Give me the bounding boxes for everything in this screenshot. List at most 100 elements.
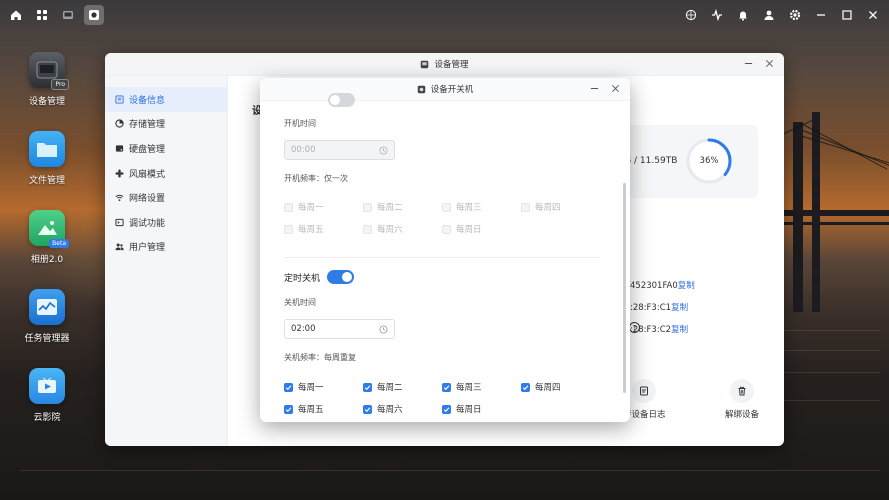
upload-log-circle xyxy=(632,379,657,403)
window-controls xyxy=(744,53,774,76)
checkbox-box xyxy=(284,224,293,234)
copy-button[interactable]: 复制 xyxy=(678,281,695,291)
power-off-time-input[interactable]: 02:00 xyxy=(284,319,395,339)
desktop-icon-cinema[interactable]: 云影院 xyxy=(22,368,72,423)
dialog-title-group: 设备开关机 xyxy=(417,83,473,95)
power-on-day-checkbox[interactable]: 每周六 xyxy=(363,223,403,235)
checkbox-box xyxy=(442,224,451,234)
sidebar-item-disk[interactable]: 硬盘管理 xyxy=(105,136,227,161)
checkbox-label: 每周四 xyxy=(535,203,561,213)
desktop-icon-task-manager[interactable]: 任务管理器 xyxy=(22,289,72,344)
log-icon xyxy=(640,386,649,396)
check-icon xyxy=(522,384,529,390)
sidebar-item-device-info[interactable]: 设备信息 xyxy=(105,87,227,112)
checkbox-box xyxy=(363,224,372,234)
sidebar-item-users[interactable]: 用户管理 xyxy=(105,235,227,260)
mac-row: :28:F3:C1复制 xyxy=(630,301,688,313)
taskbar-power-schedule[interactable] xyxy=(84,5,104,25)
power-off-day-checkbox[interactable]: 每周一 xyxy=(284,381,324,393)
power-off-day-checkbox[interactable]: 每周二 xyxy=(363,381,403,393)
power-on-day-checkbox[interactable]: 每周一 xyxy=(284,201,324,213)
taskbar-device-manager[interactable] xyxy=(58,5,78,25)
checkbox-label: 每周一 xyxy=(298,203,324,213)
check-icon xyxy=(443,406,450,412)
power-off-day-checkbox[interactable]: 每周日 xyxy=(442,403,482,415)
dialog-scrollbar[interactable] xyxy=(623,183,626,393)
clock-icon xyxy=(379,324,388,334)
desktop-icon-device-manager[interactable]: Pro 设备管理 xyxy=(22,52,72,107)
power-on-day-checkbox[interactable]: 每周四 xyxy=(521,201,561,213)
minimize-icon xyxy=(590,88,599,89)
home-button[interactable] xyxy=(6,5,26,25)
copy-button[interactable]: 复制 xyxy=(671,303,688,313)
sidebar-item-network[interactable]: 网络设置 xyxy=(105,185,227,210)
notifications-button[interactable] xyxy=(733,5,753,25)
user-button[interactable] xyxy=(759,5,779,25)
unbind-device-button[interactable]: 解绑设备 xyxy=(725,379,759,420)
sidebar-item-label: 存储管理 xyxy=(129,120,166,131)
dialog-title-bar[interactable]: 设备开关机 xyxy=(260,78,630,101)
desktop-icon-photos[interactable]: Beta 相册2.0 xyxy=(22,210,72,265)
close-icon xyxy=(612,85,619,92)
dialog-body: 开机时间 00:00 开机频率：仅一次 每周一 每周二 每周三 每周四 每周五 … xyxy=(260,93,630,422)
copy-button[interactable]: 复制 xyxy=(671,325,688,335)
window-title-group: 设备管理 xyxy=(420,58,469,70)
power-on-time-label: 开机时间 xyxy=(284,119,316,128)
dialog-minimize-button[interactable] xyxy=(590,83,599,96)
maximize-icon xyxy=(842,10,852,20)
user-icon xyxy=(764,10,774,20)
checkbox-label: 每周三 xyxy=(456,203,482,213)
desktop-icon-file-manager[interactable]: 文件管理 xyxy=(22,131,72,186)
checkbox-box xyxy=(442,202,451,212)
dialog-close-button[interactable] xyxy=(611,83,620,96)
photos-icon: Beta xyxy=(29,210,69,248)
power-on-day-checkbox[interactable]: 每周日 xyxy=(442,223,482,235)
apps-button[interactable] xyxy=(32,5,52,25)
top-bar-right xyxy=(681,5,883,25)
help-icon[interactable]: ? xyxy=(629,322,640,333)
power-off-day-checkbox[interactable]: 每周六 xyxy=(363,403,403,415)
desktop-icon-label: 文件管理 xyxy=(28,176,65,186)
power-off-day-checkbox[interactable]: 每周三 xyxy=(442,381,482,393)
toggle-knob xyxy=(342,272,352,282)
top-bar xyxy=(0,0,889,30)
maximize-desktop-button[interactable] xyxy=(837,5,857,25)
desktop-icon-label: 云影院 xyxy=(33,413,61,423)
power-on-toggle[interactable] xyxy=(328,93,355,107)
settings-button[interactable] xyxy=(785,5,805,25)
power-off-day-checkbox[interactable]: 每周四 xyxy=(521,381,561,393)
mac-row: 452301FA0复制 xyxy=(630,279,695,291)
desktop-icon-label: 设备管理 xyxy=(28,97,65,107)
close-button[interactable] xyxy=(765,58,774,71)
sidebar-item-label: 用户管理 xyxy=(129,243,166,254)
power-off-day-checkbox[interactable]: 每周五 xyxy=(284,403,324,415)
power-on-day-checkbox[interactable]: 每周二 xyxy=(363,201,403,213)
minimize-button[interactable] xyxy=(744,58,753,71)
grid-icon xyxy=(37,10,47,20)
checkbox-box xyxy=(284,404,293,414)
clock-icon xyxy=(379,145,388,155)
power-off-toggle[interactable] xyxy=(327,270,354,284)
desktop-icon-label: 任务管理器 xyxy=(24,334,70,344)
close-desktop-button[interactable] xyxy=(863,5,883,25)
sidebar-item-label: 硬盘管理 xyxy=(129,144,166,155)
sidebar-item-fan[interactable]: 风扇模式 xyxy=(105,161,227,186)
help-glyph: ? xyxy=(632,323,637,332)
sidebar-item-label: 网络设置 xyxy=(129,194,166,205)
checkbox-box xyxy=(442,404,451,414)
power-off-time-label: 关机时间 xyxy=(284,298,316,307)
activity-button[interactable] xyxy=(707,5,727,25)
fan-icon xyxy=(115,169,124,178)
check-icon xyxy=(285,406,292,412)
check-icon xyxy=(285,384,292,390)
window-title-bar[interactable]: 设备管理 xyxy=(105,53,784,76)
list-icon xyxy=(115,95,124,104)
globe-button[interactable] xyxy=(681,5,701,25)
sidebar-item-debug[interactable]: 调试功能 xyxy=(105,210,227,235)
power-on-day-checkbox[interactable]: 每周五 xyxy=(284,223,324,235)
checkbox-label: 每周二 xyxy=(377,203,403,213)
minimize-desktop-button[interactable] xyxy=(811,5,831,25)
sidebar-item-storage[interactable]: 存储管理 xyxy=(105,112,227,137)
power-on-day-checkbox[interactable]: 每周三 xyxy=(442,201,482,213)
power-on-time-input[interactable]: 00:00 xyxy=(284,140,395,160)
